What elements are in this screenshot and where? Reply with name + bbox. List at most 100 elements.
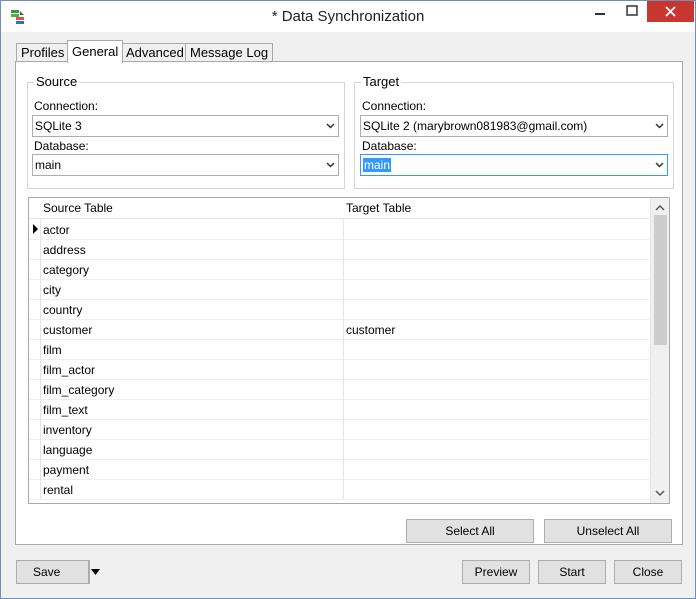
chevron-down-icon — [326, 162, 335, 168]
source-table-cell[interactable]: country — [43, 303, 82, 317]
column-divider — [343, 459, 344, 479]
target-connection-value: SQLite 2 (marybrown081983@gmail.com) — [363, 119, 588, 133]
minimize-button[interactable] — [583, 1, 617, 23]
table-row[interactable]: payment — [29, 459, 649, 480]
scrollbar-thumb[interactable] — [654, 215, 667, 345]
target-connection-label: Connection: — [362, 99, 427, 113]
maximize-icon — [626, 5, 638, 16]
column-divider — [343, 319, 344, 339]
source-table-cell[interactable]: customer — [43, 323, 92, 337]
source-table-cell[interactable]: film — [43, 343, 62, 357]
source-connection-value: SQLite 3 — [35, 119, 82, 133]
column-divider — [343, 379, 344, 399]
source-database-value: main — [35, 158, 62, 172]
row-indicator[interactable] — [29, 359, 41, 379]
column-divider — [343, 279, 344, 299]
row-indicator[interactable] — [29, 219, 41, 239]
chevron-down-icon — [655, 123, 664, 129]
save-button[interactable]: Save — [33, 561, 60, 583]
dropdown-arrow-icon[interactable] — [91, 568, 100, 576]
source-table-cell[interactable]: city — [43, 283, 61, 297]
row-indicator[interactable] — [29, 419, 41, 439]
source-connection-label: Connection: — [34, 99, 99, 113]
source-table-cell[interactable]: inventory — [43, 423, 92, 437]
close-icon — [665, 6, 676, 17]
close-button[interactable]: Close — [614, 560, 682, 584]
split-divider — [88, 561, 89, 583]
preview-button[interactable]: Preview — [462, 560, 530, 584]
table-row[interactable]: actor — [29, 219, 649, 240]
source-table-header[interactable]: Source Table — [43, 201, 113, 215]
data-sync-window: * Data Synchronization Profiles General … — [0, 0, 696, 599]
row-indicator[interactable] — [29, 339, 41, 359]
row-indicator[interactable] — [29, 239, 41, 259]
table-row[interactable]: rental — [29, 479, 649, 500]
table-row[interactable]: country — [29, 299, 649, 320]
target-legend: Target — [361, 74, 402, 89]
target-database-label: Database: — [362, 139, 417, 153]
table-row[interactable]: film — [29, 339, 649, 360]
scroll-up-icon[interactable] — [651, 200, 669, 216]
title-bar[interactable]: * Data Synchronization — [1, 1, 695, 32]
row-indicator[interactable] — [29, 439, 41, 459]
source-table-cell[interactable]: payment — [43, 463, 89, 477]
save-split-button[interactable]: Save — [16, 560, 100, 584]
column-divider — [343, 419, 344, 439]
grid-header: Source Table Target Table — [29, 198, 649, 219]
scroll-down-icon[interactable] — [651, 485, 669, 501]
maximize-button[interactable] — [617, 1, 647, 23]
target-connection-select[interactable]: SQLite 2 (marybrown081983@gmail.com) — [360, 115, 668, 137]
target-database-select[interactable]: main — [360, 154, 668, 176]
column-divider — [343, 239, 344, 259]
row-indicator[interactable] — [29, 379, 41, 399]
tab-message-log[interactable]: Message Log — [185, 43, 274, 62]
source-connection-select[interactable]: SQLite 3 — [32, 115, 339, 137]
table-row[interactable]: address — [29, 239, 649, 260]
table-row[interactable]: inventory — [29, 419, 649, 440]
table-row[interactable]: category — [29, 259, 649, 280]
close-window-button[interactable] — [647, 1, 694, 22]
source-table-cell[interactable]: film_actor — [43, 363, 95, 377]
source-database-label: Database: — [34, 139, 89, 153]
source-table-cell[interactable]: actor — [43, 223, 70, 237]
row-indicator[interactable] — [29, 459, 41, 479]
row-indicator[interactable] — [29, 279, 41, 299]
vertical-scrollbar[interactable] — [650, 198, 669, 503]
source-table-cell[interactable]: rental — [43, 483, 73, 497]
tab-general[interactable]: General — [67, 40, 124, 63]
row-indicator[interactable] — [29, 479, 41, 499]
row-indicator[interactable] — [29, 259, 41, 279]
source-table-cell[interactable]: address — [43, 243, 86, 257]
table-row[interactable]: film_category — [29, 379, 649, 400]
source-table-cell[interactable]: category — [43, 263, 89, 277]
table-row[interactable]: film_text — [29, 399, 649, 420]
source-table-cell[interactable]: film_text — [43, 403, 88, 417]
table-row[interactable]: customer customer — [29, 319, 649, 340]
target-table-header[interactable]: Target Table — [346, 201, 411, 215]
column-divider — [343, 439, 344, 459]
chevron-down-icon — [655, 162, 664, 168]
chevron-down-icon — [326, 123, 335, 129]
row-indicator[interactable] — [29, 399, 41, 419]
source-legend: Source — [34, 74, 80, 89]
tab-profiles[interactable]: Profiles — [16, 43, 70, 62]
row-indicator[interactable] — [29, 299, 41, 319]
column-divider — [343, 219, 344, 239]
source-database-select[interactable]: main — [32, 154, 339, 176]
start-button[interactable]: Start — [538, 560, 606, 584]
column-divider — [343, 339, 344, 359]
select-all-button[interactable]: Select All — [406, 519, 534, 543]
table-row[interactable]: film_actor — [29, 359, 649, 380]
column-divider — [343, 359, 344, 379]
table-row[interactable]: city — [29, 279, 649, 300]
unselect-all-button[interactable]: Unselect All — [544, 519, 672, 543]
table-mapping-grid[interactable]: Source Table Target Table actor address ca… — [28, 197, 670, 504]
minimize-icon — [595, 13, 605, 15]
column-divider — [343, 299, 344, 319]
row-indicator[interactable] — [29, 319, 41, 339]
table-row[interactable]: language — [29, 439, 649, 460]
source-table-cell[interactable]: language — [43, 443, 92, 457]
tab-advanced[interactable]: Advanced — [121, 43, 189, 62]
source-table-cell[interactable]: film_category — [43, 383, 114, 397]
target-table-cell[interactable]: customer — [346, 323, 395, 337]
